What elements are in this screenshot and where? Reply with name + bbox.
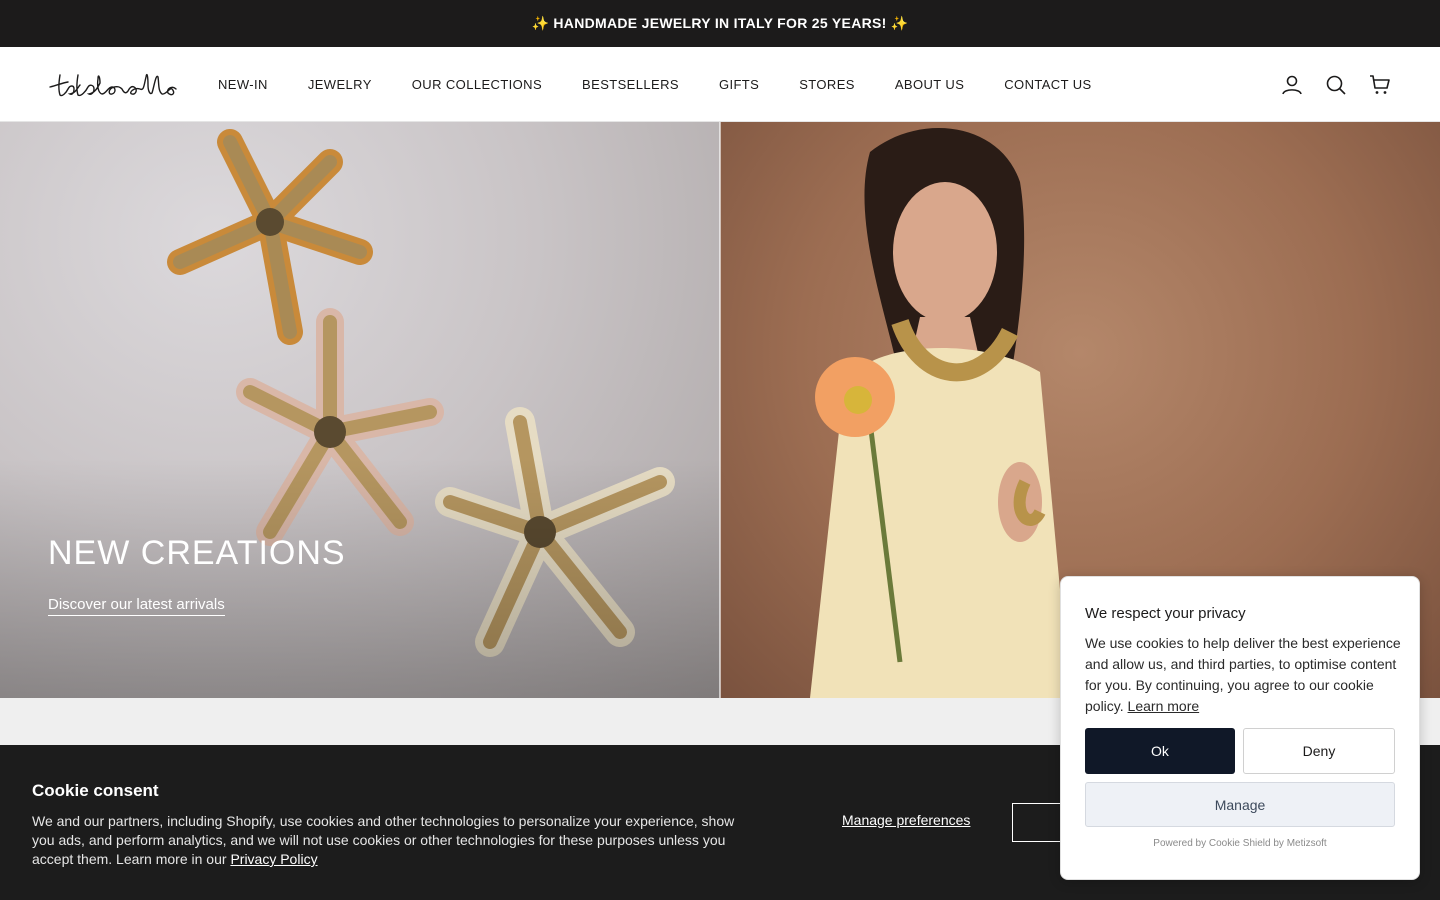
learn-more-link[interactable]: Learn more (1128, 698, 1200, 714)
nav-item-contact-us[interactable]: CONTACT US (1004, 77, 1091, 92)
hero-title: NEW CREATIONS (48, 534, 346, 572)
logo[interactable] (48, 67, 180, 101)
nav-item-stores[interactable]: STORES (799, 77, 855, 92)
announcement-bar: ✨ HANDMADE JEWELRY IN ITALY FOR 25 YEARS… (0, 0, 1440, 47)
cart-icon[interactable] (1368, 73, 1392, 97)
consent-text: We and our partners, including Shopify, … (32, 812, 752, 869)
account-icon[interactable] (1280, 73, 1304, 97)
popup-title: We respect your privacy (1085, 605, 1246, 622)
nav-item-gifts[interactable]: GIFTS (719, 77, 759, 92)
popup-text: We use cookies to help deliver the best … (1085, 633, 1401, 717)
logo-signature-icon (49, 73, 177, 97)
header-actions (1280, 47, 1392, 122)
consent-body: We and our partners, including Shopify, … (32, 813, 735, 867)
privacy-policy-link[interactable]: Privacy Policy (230, 851, 317, 867)
powered-by-text: Powered by Cookie Shield by Metizsoft (1153, 838, 1327, 849)
nav-item-bestsellers[interactable]: BESTSELLERS (582, 77, 679, 92)
privacy-popup: We respect your privacy We use cookies t… (1060, 576, 1420, 880)
nav-item-new-in[interactable]: NEW-IN (218, 77, 268, 92)
consent-title: Cookie consent (32, 781, 159, 800)
announcement-text: ✨ HANDMADE JEWELRY IN ITALY FOR 25 YEARS… (531, 15, 909, 31)
nav-item-our-collections[interactable]: OUR COLLECTIONS (412, 77, 542, 92)
search-icon[interactable] (1324, 73, 1348, 97)
manage-button[interactable]: Manage (1085, 782, 1395, 827)
beaded-starfish-bracelet-image: NEW CREATIONS Discover our latest arriva… (0, 122, 720, 698)
deny-button[interactable]: Deny (1243, 728, 1395, 774)
hero-divider (719, 122, 721, 698)
nav-item-jewelry[interactable]: JEWELRY (308, 77, 372, 92)
hero-discover-link[interactable]: Discover our latest arrivals (48, 596, 225, 616)
manage-preferences-link[interactable]: Manage preferences (842, 812, 970, 828)
site-header: NEW-IN JEWELRY OUR COLLECTIONS BESTSELLE… (0, 47, 1440, 122)
ok-button[interactable]: Ok (1085, 728, 1235, 774)
nav-item-about-us[interactable]: ABOUT US (895, 77, 964, 92)
main-nav: NEW-IN JEWELRY OUR COLLECTIONS BESTSELLE… (218, 77, 1132, 92)
hero-gradient-overlay (0, 458, 720, 698)
